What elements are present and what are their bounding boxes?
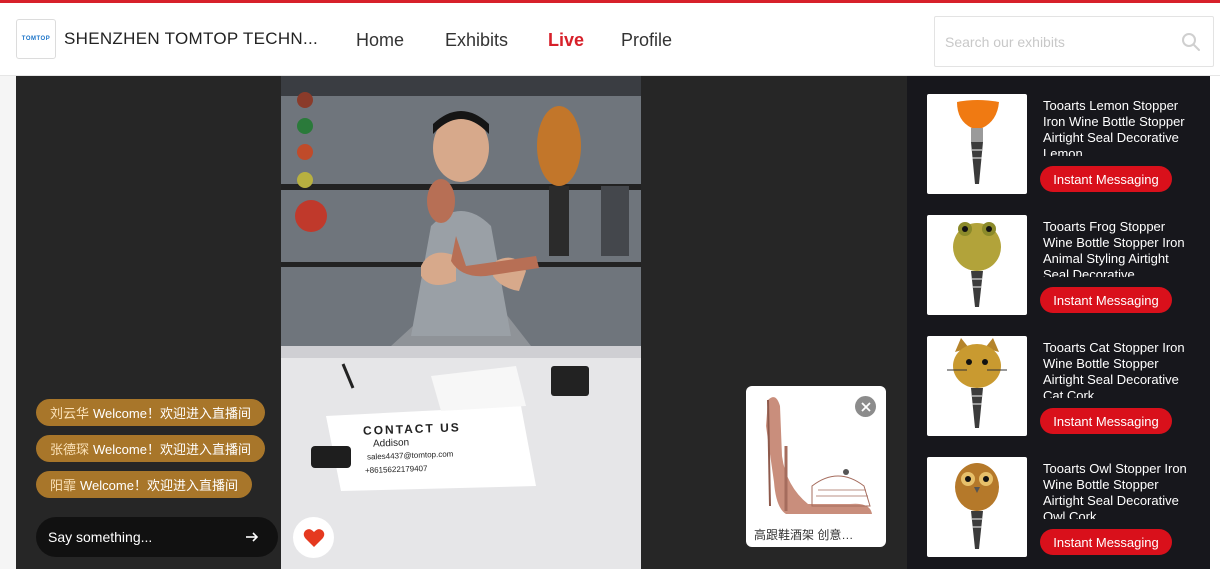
product-title[interactable]: Tooarts Cat Stopper Iron Wine Bottle Sto…	[1043, 340, 1193, 398]
product-title[interactable]: Tooarts Lemon Stopper Iron Wine Bottle S…	[1043, 98, 1193, 156]
nav-live[interactable]: Live	[548, 30, 584, 51]
popup-caption: 高跟鞋酒架 创意…	[754, 528, 854, 542]
product-card[interactable]: Tooarts Owl Stopper Iron Wine Bottle Sto…	[927, 457, 1197, 557]
instant-messaging-button[interactable]: Instant Messaging	[1040, 529, 1172, 555]
product-thumbnail[interactable]	[927, 457, 1027, 557]
product-card[interactable]: Tooarts Frog Stopper Wine Bottle Stopper…	[927, 215, 1197, 315]
send-arrow-icon[interactable]	[244, 529, 260, 545]
page-edge	[1210, 76, 1220, 569]
company-name[interactable]: SHENZHEN TOMTOP TECHN...	[64, 29, 318, 49]
chat-message: 张德琛 Welcome！欢迎进入直播间	[36, 435, 265, 462]
product-card[interactable]: Tooarts Lemon Stopper Iron Wine Bottle S…	[927, 94, 1197, 194]
heart-icon	[303, 528, 324, 547]
nav-exhibits[interactable]: Exhibits	[445, 30, 508, 51]
product-title[interactable]: Tooarts Frog Stopper Wine Bottle Stopper…	[1043, 219, 1193, 277]
search-input[interactable]	[945, 31, 1165, 53]
product-thumbnail[interactable]	[927, 336, 1027, 436]
like-button[interactable]	[293, 517, 334, 558]
chat-text: Welcome！欢迎进入直播间	[93, 442, 251, 457]
cat-stopper-image	[947, 338, 1007, 428]
search-box	[934, 16, 1214, 67]
page-gutter	[0, 76, 16, 569]
product-title[interactable]: Tooarts Owl Stopper Iron Wine Bottle Sto…	[1043, 461, 1193, 519]
video-frame	[281, 76, 641, 569]
chat-username: 刘云华	[50, 406, 90, 421]
chat-username: 张德琛	[50, 442, 90, 457]
chat-text: Welcome！欢迎进入直播间	[80, 478, 238, 493]
chat-input[interactable]	[48, 529, 228, 545]
instant-messaging-button[interactable]: Instant Messaging	[1040, 166, 1172, 192]
chat-message: 阳霏 Welcome！欢迎进入直播间	[36, 471, 252, 498]
live-stage: CONTACT US Addison sales4437@tomtop.com …	[0, 76, 1220, 569]
product-thumbnail[interactable]	[927, 94, 1027, 194]
frog-stopper-image	[953, 222, 1001, 307]
close-icon	[860, 401, 871, 412]
owl-stopper-image	[955, 463, 999, 549]
chat-text: Welcome！欢迎进入直播间	[93, 406, 251, 421]
live-video[interactable]: CONTACT US Addison sales4437@tomtop.com …	[281, 76, 641, 569]
nav-profile[interactable]: Profile	[621, 30, 672, 51]
product-popup[interactable]: 高跟鞋酒架 创意…	[746, 386, 886, 547]
instant-messaging-button[interactable]: Instant Messaging	[1040, 408, 1172, 434]
chat-username: 阳霏	[50, 478, 77, 493]
company-logo[interactable]: TOMTOP	[16, 19, 56, 59]
lemon-stopper-image	[957, 100, 999, 184]
header: TOMTOP SHENZHEN TOMTOP TECHN... Home Exh…	[0, 3, 1220, 76]
search-icon[interactable]	[1181, 32, 1201, 52]
sign-name: Addison	[372, 437, 410, 450]
logo-text: TOMTOP	[21, 36, 51, 42]
chat-message: 刘云华 Welcome！欢迎进入直播间	[36, 399, 265, 426]
product-thumbnail[interactable]	[927, 215, 1027, 315]
popup-close-button[interactable]	[855, 396, 876, 417]
instant-messaging-button[interactable]: Instant Messaging	[1040, 287, 1172, 313]
nav-home[interactable]: Home	[356, 30, 404, 51]
product-card[interactable]: Tooarts Cat Stopper Iron Wine Bottle Sto…	[927, 336, 1197, 436]
chat-input-bar	[36, 517, 278, 557]
